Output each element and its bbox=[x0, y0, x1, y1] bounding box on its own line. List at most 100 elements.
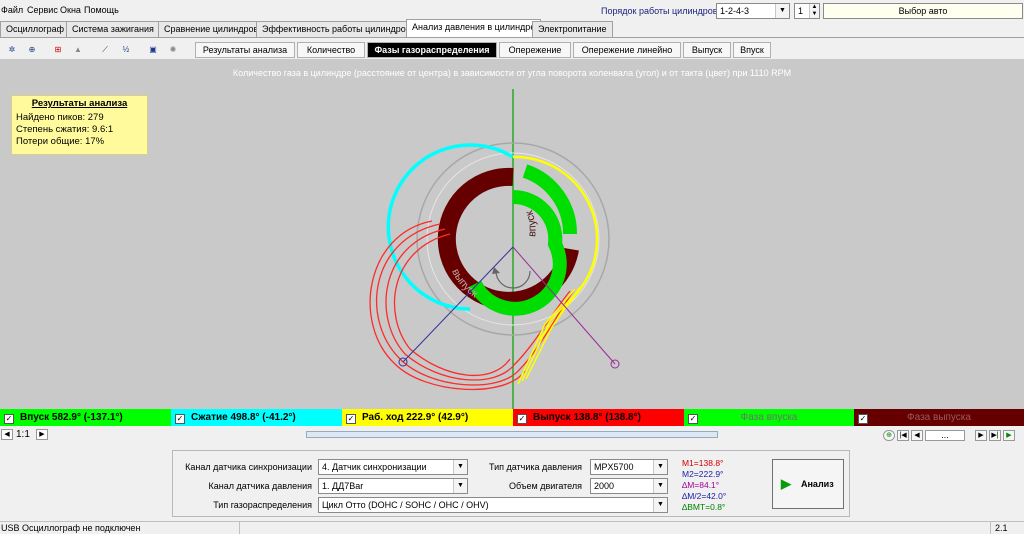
settings-icon[interactable]: ✺ bbox=[164, 41, 182, 59]
version-label: 2.1 bbox=[990, 522, 1024, 534]
analyze-button[interactable]: ▶ Анализ bbox=[772, 459, 844, 509]
engine-volume-value: 2000 bbox=[594, 481, 615, 491]
engine-volume-label: Объем двигателя bbox=[509, 481, 582, 491]
legend-intake-text: Впуск 582.9° (-137.1°) bbox=[20, 412, 123, 423]
connection-status: USB Осциллограф не подключен bbox=[0, 522, 240, 534]
legend-power[interactable]: ✓ Раб. ход 222.9° (42.9°) bbox=[342, 409, 513, 426]
tab-ignition[interactable]: Система зажигания bbox=[66, 21, 160, 37]
subtab-intake[interactable]: Впуск bbox=[733, 42, 771, 58]
chevron-down-icon: ▼ bbox=[453, 460, 467, 474]
sensor-type-select[interactable]: MPX5700 ▼ bbox=[590, 459, 668, 475]
timing-type-select[interactable]: Цикл Отто (DOHC / SOHC / OHC / OHV) ▼ bbox=[318, 497, 668, 513]
cylinder-order-label: Порядок работы цилиндров bbox=[601, 6, 718, 16]
menu-help[interactable]: Помощь bbox=[84, 5, 119, 15]
horizontal-scrollbar[interactable] bbox=[306, 431, 718, 438]
checkbox-power[interactable]: ✓ bbox=[346, 414, 356, 424]
vehicle-select-label: Выбор авто bbox=[898, 6, 948, 16]
last-page-icon[interactable]: ▶| bbox=[989, 430, 1001, 441]
subtab-valve-timing[interactable]: Фазы газораспределения bbox=[367, 42, 497, 58]
subtab-quantity[interactable]: Количество bbox=[297, 42, 365, 58]
stat-delta-m: ∆M=84.1° bbox=[682, 480, 720, 490]
subtab-advance-linear[interactable]: Опережение линейно bbox=[573, 42, 681, 58]
stat-half-delta-m: ∆M/2=42.0° bbox=[682, 491, 727, 501]
prev-page-icon[interactable]: ◀ bbox=[911, 430, 923, 441]
legend-intake-phase[interactable]: ✓ Фаза впуска bbox=[684, 409, 854, 426]
first-page-icon[interactable]: |◀ bbox=[897, 430, 909, 441]
stepper-arrows-icon: ▲ ▼ bbox=[809, 4, 819, 18]
legend-exhaust-phase[interactable]: ✓ Фаза выпуска bbox=[854, 409, 1024, 426]
chevron-down-icon: ▼ bbox=[653, 479, 667, 493]
timing-type-label: Тип газораспределения bbox=[213, 500, 312, 510]
scale-bar: ◀ 1:1 ▶ bbox=[0, 428, 1024, 442]
filter-icon[interactable]: ▲ bbox=[69, 41, 87, 59]
checkbox-intake[interactable]: ✓ bbox=[4, 414, 14, 424]
save-icon[interactable]: ▣ bbox=[144, 41, 162, 59]
graph-icon[interactable]: ⟋ bbox=[96, 41, 114, 59]
sensor-type-value: MPX5700 bbox=[594, 462, 634, 472]
legend-compression-text: Сжатие 498.8° (-41.2°) bbox=[191, 412, 296, 423]
checkbox-exhaust-phase[interactable]: ✓ bbox=[858, 414, 868, 424]
legend-exhaust-phase-text: Фаза выпуска bbox=[907, 412, 971, 423]
algorithm-icon[interactable]: ½ bbox=[117, 41, 135, 59]
subtab-advance[interactable]: Опережение bbox=[499, 42, 571, 58]
tab-cylinder-efficiency[interactable]: Эффективность работы цилиндров bbox=[256, 21, 417, 37]
checkbox-exhaust[interactable]: ✓ bbox=[517, 414, 527, 424]
zoom-in-icon[interactable]: ▶ bbox=[36, 429, 48, 440]
pressure-channel-value: 1. ДД7Bar bbox=[322, 481, 364, 491]
sync-channel-label: Канал датчика синхронизации bbox=[185, 462, 312, 472]
checkbox-compression[interactable]: ✓ bbox=[175, 414, 185, 424]
stat-m2: M2=222.9° bbox=[682, 469, 724, 479]
legend-compression[interactable]: ✓ Сжатие 498.8° (-41.2°) bbox=[171, 409, 342, 426]
pressure-channel-label: Канал датчика давления bbox=[208, 481, 312, 491]
menu-windows[interactable]: Окна bbox=[60, 5, 81, 15]
legend-intake-phase-text: Фаза впуска bbox=[740, 412, 798, 423]
tab-divider bbox=[0, 37, 1024, 38]
zoom-plus-icon[interactable]: ⊕ bbox=[883, 430, 895, 441]
chevron-down-icon: ▼ bbox=[775, 4, 789, 18]
subtab-results[interactable]: Результаты анализа bbox=[195, 42, 295, 58]
menu-bar: Файл Сервис Окна Помощь Порядок работы ц… bbox=[0, 0, 1024, 21]
polar-chart: впуск выпуск bbox=[369, 89, 620, 409]
vehicle-select-button[interactable]: Выбор авто bbox=[823, 3, 1023, 19]
cylinder-number-stepper[interactable]: 1 ▲ ▼ bbox=[794, 3, 820, 19]
engine-volume-select[interactable]: 2000 ▼ bbox=[590, 478, 668, 494]
tab-pressure-analysis[interactable]: Анализ давления в цилиндре bbox=[406, 19, 542, 37]
stat-m1: M1=138.8° bbox=[682, 458, 724, 468]
timing-type-value: Цикл Отто (DOHC / SOHC / OHC / OHV) bbox=[322, 500, 489, 510]
tab-cylinder-compare[interactable]: Сравнение цилиндров bbox=[158, 21, 265, 37]
stat-delta-bmt: ∆BMT=0.8° bbox=[682, 502, 726, 512]
menu-service[interactable]: Сервис bbox=[27, 5, 58, 15]
legend-intake[interactable]: ✓ Впуск 582.9° (-137.1°) bbox=[0, 409, 171, 426]
zoom-out-icon[interactable]: ◀ bbox=[1, 429, 13, 440]
legend-power-text: Раб. ход 222.9° (42.9°) bbox=[362, 412, 469, 423]
arc-label-intake: впуск bbox=[523, 209, 538, 238]
tab-oscilloscope[interactable]: Осциллограф bbox=[0, 21, 70, 37]
analyze-button-label: Анализ bbox=[801, 479, 834, 489]
auto-scale-icon[interactable]: ⊞ bbox=[49, 41, 67, 59]
cylinder-number-value: 1 bbox=[798, 6, 804, 16]
next-page-icon[interactable]: ▶ bbox=[975, 430, 987, 441]
play-icon[interactable]: ▶ bbox=[1003, 430, 1015, 441]
chevron-down-icon: ▼ bbox=[653, 498, 667, 512]
page-indicator[interactable]: ... bbox=[925, 430, 965, 441]
sensor-type-label: Тип датчика давления bbox=[488, 462, 582, 472]
checkbox-intake-phase[interactable]: ✓ bbox=[688, 414, 698, 424]
chart-area[interactable]: Количество газа в цилиндре (расстояние о… bbox=[0, 59, 1024, 409]
play-icon: ▶ bbox=[781, 476, 791, 491]
legend-exhaust[interactable]: ✓ Выпуск 138.8° (138.8°) bbox=[513, 409, 684, 426]
sync-channel-value: 4. Датчик синхронизации bbox=[322, 462, 427, 472]
menu-file[interactable]: Файл bbox=[1, 5, 23, 15]
subtab-exhaust[interactable]: Выпуск bbox=[683, 42, 731, 58]
legend-exhaust-text: Выпуск 138.8° (138.8°) bbox=[533, 412, 641, 423]
cylinder-order-select[interactable]: 1-2-4-3 ▼ bbox=[716, 3, 790, 19]
scale-icon[interactable]: ⊕ bbox=[23, 41, 41, 59]
cylinder-order-value: 1-2-4-3 bbox=[720, 6, 750, 16]
tab-power-supply[interactable]: Электропитание bbox=[532, 21, 613, 37]
sparkle-icon[interactable]: ✲ bbox=[3, 41, 21, 59]
chevron-down-icon: ▼ bbox=[453, 479, 467, 493]
status-bar: USB Осциллограф не подключен 2.1 bbox=[0, 521, 1024, 534]
scale-value: 1:1 bbox=[16, 429, 30, 440]
sync-channel-select[interactable]: 4. Датчик синхронизации ▼ bbox=[318, 459, 468, 475]
chevron-down-icon: ▼ bbox=[653, 460, 667, 474]
pressure-channel-select[interactable]: 1. ДД7Bar ▼ bbox=[318, 478, 468, 494]
